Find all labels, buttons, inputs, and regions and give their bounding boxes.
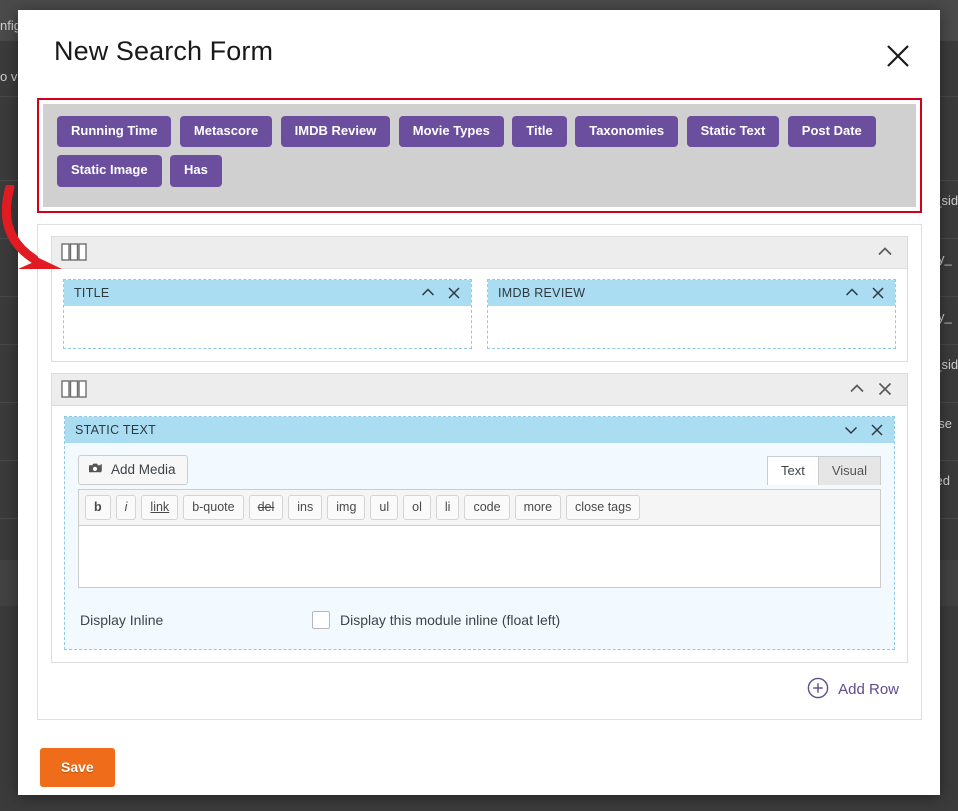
module-imdb-review-body: [488, 305, 895, 348]
tab-text[interactable]: Text: [766, 455, 819, 485]
display-inline-checkbox-label: Display this module inline (float left): [340, 611, 561, 628]
module-static-text-close-icon[interactable]: [864, 418, 890, 442]
tab-visual[interactable]: Visual: [818, 455, 881, 485]
module-palette: Running Time Metascore IMDB Review Movie…: [43, 104, 916, 207]
module-title-header[interactable]: TITLE: [64, 279, 471, 306]
module-title: TITLE: [64, 279, 471, 348]
new-search-form-modal: New Search Form Running Time Metascore I…: [18, 10, 940, 795]
static-text-editor[interactable]: [78, 525, 881, 588]
palette-button-title[interactable]: Title: [512, 116, 567, 148]
add-media-label: Add Media: [111, 462, 176, 478]
quicktag-ins[interactable]: ins: [288, 494, 323, 520]
row-2-collapse-chevron-up-icon[interactable]: [843, 375, 871, 403]
display-inline-label: Display Inline: [80, 611, 164, 628]
module-palette-highlight: Running Time Metascore IMDB Review Movie…: [37, 98, 922, 213]
row-1-column-2: IMDB REVIEW: [487, 278, 896, 349]
row-2-header[interactable]: [52, 373, 907, 406]
modal-footer: Save: [18, 720, 940, 787]
save-button[interactable]: Save: [40, 747, 115, 787]
quicktag-link[interactable]: link: [141, 494, 179, 520]
quicktag-ol[interactable]: ol: [403, 494, 431, 520]
palette-button-imdb-review[interactable]: IMDB Review: [280, 116, 391, 148]
columns-layout-icon: [61, 380, 87, 398]
module-imdb-review-label: IMDB REVIEW: [498, 285, 586, 300]
modal-header: New Search Form: [18, 10, 940, 98]
module-static-text-body: Add Media Text Visual b i link b-quote d…: [65, 443, 894, 649]
quicktag-del[interactable]: del: [248, 494, 284, 520]
page-title: New Search Form: [54, 36, 274, 66]
plus-circle-icon: [807, 677, 829, 703]
editor-mode-tabs: Text Visual: [766, 455, 881, 485]
module-title-close-icon[interactable]: [441, 281, 467, 305]
quicktags-toolbar: b i link b-quote del ins img ul ol li co…: [78, 488, 881, 526]
media-icon: [88, 461, 105, 479]
close-icon[interactable]: [878, 36, 918, 76]
quicktag-italic[interactable]: i: [115, 494, 137, 520]
row-2: STATIC TEXT Add Media Text Visual b i li…: [51, 372, 908, 663]
quicktag-li[interactable]: li: [435, 494, 460, 520]
palette-button-static-image[interactable]: Static Image: [57, 155, 162, 187]
palette-button-post-date[interactable]: Post Date: [787, 116, 876, 148]
palette-button-taxonomies[interactable]: Taxonomies: [575, 116, 679, 148]
add-row-label: Add Row: [838, 681, 899, 699]
quicktag-code[interactable]: code: [464, 494, 510, 520]
module-static-text-label: STATIC TEXT: [75, 422, 157, 437]
display-inline-checkbox-wrap: Display this module inline (float left): [312, 610, 561, 629]
palette-button-running-time[interactable]: Running Time: [57, 116, 172, 148]
palette-button-static-text[interactable]: Static Text: [686, 116, 780, 148]
quicktag-img[interactable]: img: [327, 494, 366, 520]
module-static-text-header[interactable]: STATIC TEXT: [65, 416, 894, 443]
module-static-text-chevron-down-icon[interactable]: [838, 418, 864, 442]
quicktag-more[interactable]: more: [514, 494, 562, 520]
module-imdb-review-header[interactable]: IMDB REVIEW: [488, 279, 895, 306]
row-1-header[interactable]: [52, 236, 907, 269]
module-title-chevron-up-icon[interactable]: [415, 281, 441, 305]
palette-button-movie-types[interactable]: Movie Types: [398, 116, 504, 148]
module-title-body: [64, 305, 471, 348]
module-imdb-review-close-icon[interactable]: [865, 281, 891, 305]
palette-button-metascore[interactable]: Metascore: [179, 116, 273, 148]
quicktag-close-tags[interactable]: close tags: [566, 494, 641, 520]
columns-layout-icon: [61, 243, 87, 261]
quicktag-ul[interactable]: ul: [370, 494, 399, 520]
module-imdb-review: IMDB REVIEW: [488, 279, 895, 348]
quicktag-b-quote[interactable]: b-quote: [183, 494, 244, 520]
module-static-text: STATIC TEXT Add Media Text Visual b i li…: [64, 415, 895, 650]
module-imdb-review-chevron-up-icon[interactable]: [839, 281, 865, 305]
row-1: TITLE IMDB REVIEW: [51, 235, 908, 362]
add-media-button[interactable]: Add Media: [78, 454, 188, 485]
add-row-bar: Add Row: [38, 663, 921, 707]
palette-button-has[interactable]: Has: [170, 155, 222, 187]
add-row-button[interactable]: Add Row: [807, 677, 899, 703]
row-1-column-1: TITLE: [63, 278, 472, 349]
display-inline-field: Display Inline Display this module inlin…: [78, 593, 881, 649]
module-title-label: TITLE: [74, 285, 110, 300]
editor-top-row: Add Media Text Visual: [78, 454, 881, 485]
form-builder-canvas: TITLE IMDB REVIEW STATIC TEXT Add Media …: [37, 223, 922, 720]
quicktag-bold[interactable]: b: [85, 494, 111, 520]
row-1-body: TITLE IMDB REVIEW: [52, 269, 907, 361]
row-1-collapse-chevron-up-icon[interactable]: [871, 238, 899, 266]
display-inline-checkbox[interactable]: [312, 610, 330, 629]
row-2-close-icon[interactable]: [871, 375, 899, 403]
